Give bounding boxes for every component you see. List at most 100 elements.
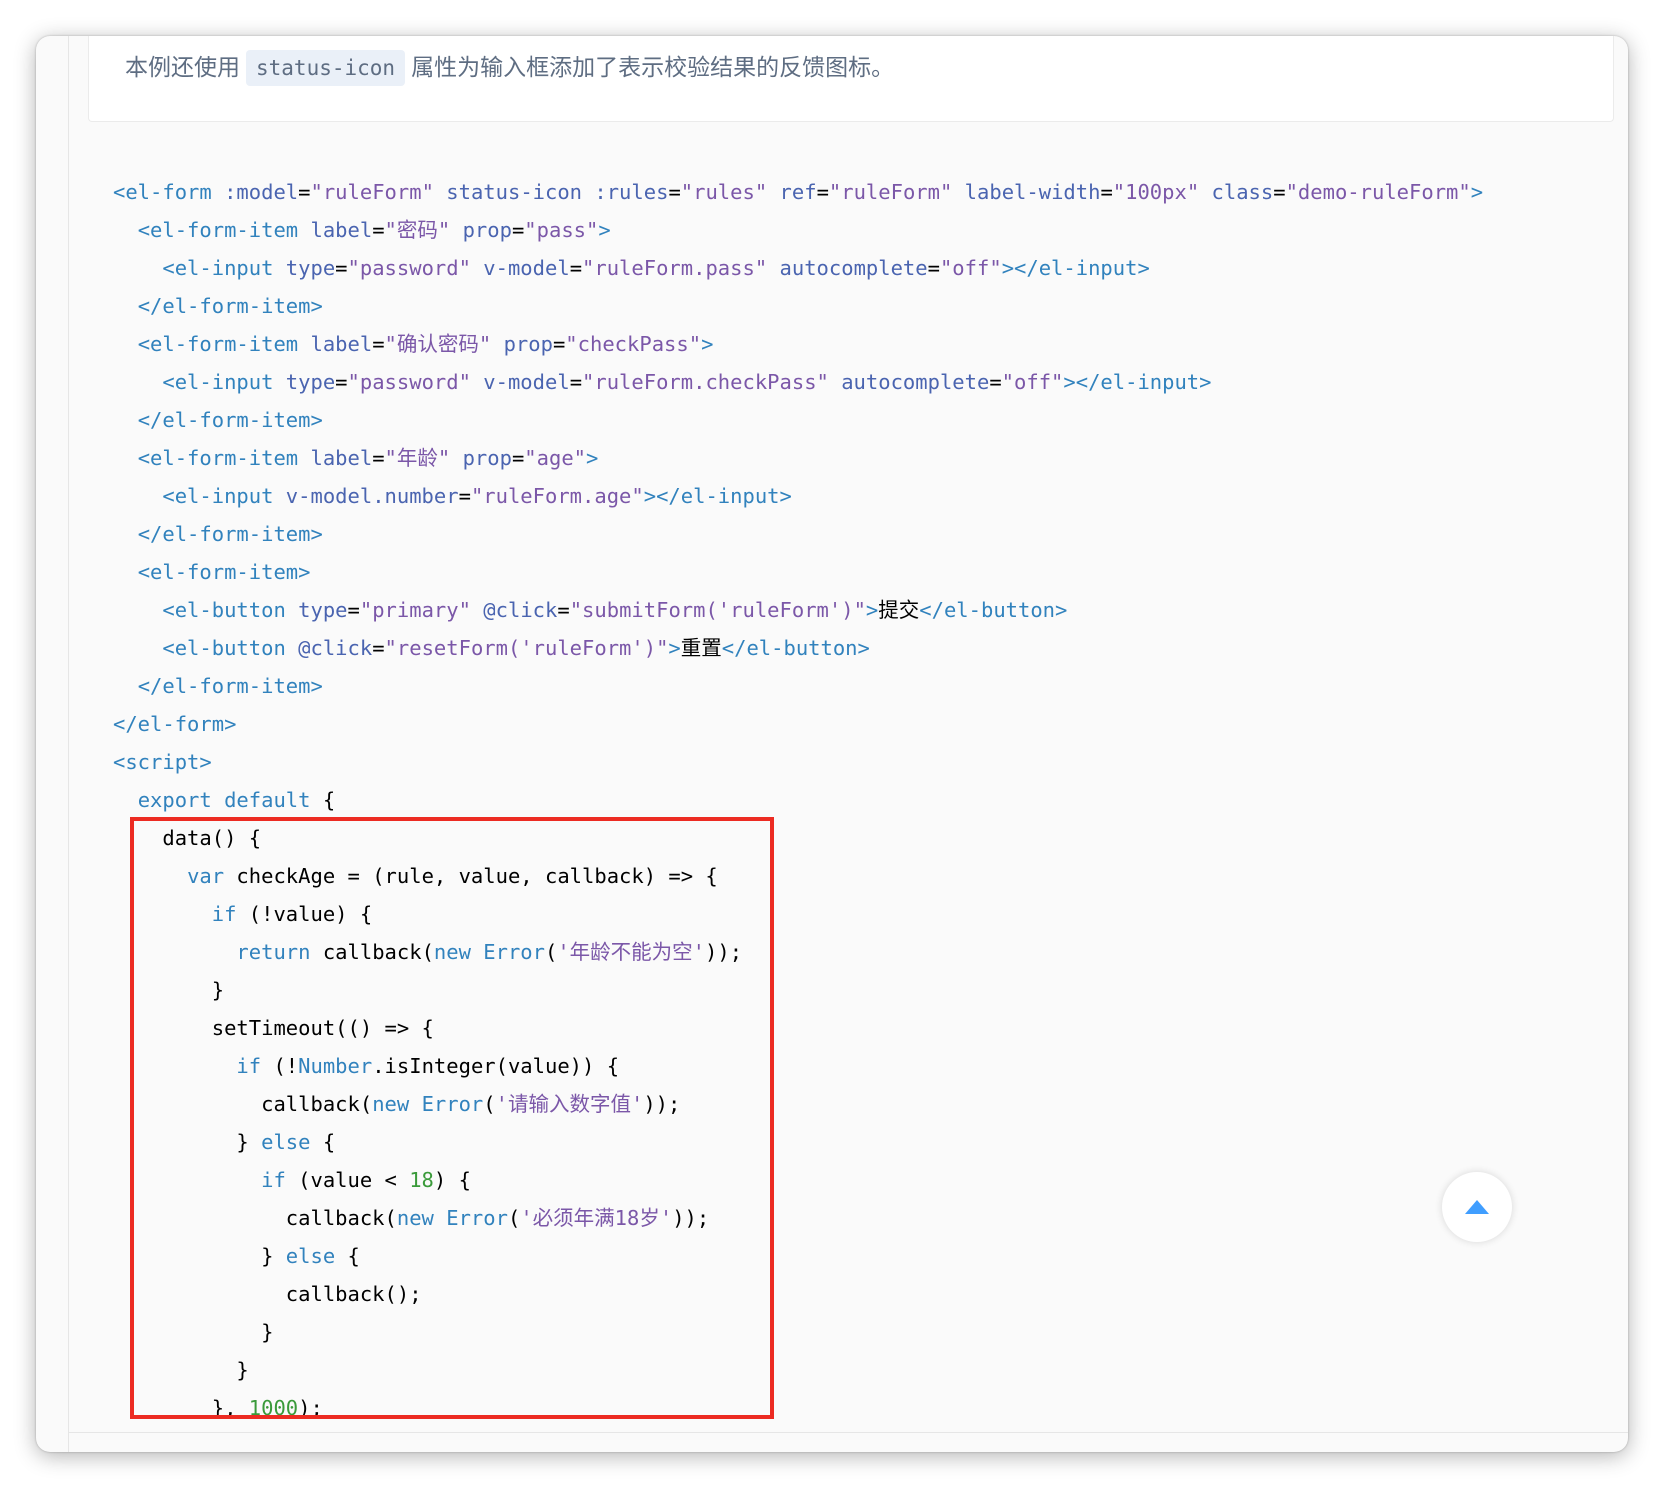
code-token: v-model bbox=[483, 370, 570, 394]
code-token: default bbox=[224, 788, 311, 812]
code-token: <el-button bbox=[162, 598, 299, 622]
code-token: autocomplete bbox=[841, 370, 990, 394]
code-token: class bbox=[1211, 180, 1274, 204]
code-line: export default { bbox=[113, 781, 1483, 819]
code-line: <el-input v-model.number="ruleForm.age">… bbox=[113, 477, 1483, 515]
code-token: </el-form> bbox=[113, 712, 237, 736]
code-token: = bbox=[511, 446, 525, 470]
code-token: "密码" bbox=[384, 218, 451, 242]
back-to-top-button[interactable] bbox=[1442, 1172, 1512, 1242]
code-line: </el-form-item> bbox=[113, 401, 1483, 439]
code-token: = bbox=[552, 332, 566, 356]
code-token: ></el-input> bbox=[1001, 256, 1150, 280]
code-token: = bbox=[347, 598, 360, 622]
code-token: = bbox=[569, 256, 583, 280]
code-token: > bbox=[701, 332, 714, 356]
code-token: <script> bbox=[113, 750, 212, 774]
code-token: = bbox=[989, 370, 1002, 394]
code-token: </el-form-item> bbox=[137, 674, 323, 698]
code-token: "100px" bbox=[1112, 180, 1200, 204]
code-token: > bbox=[598, 218, 611, 242]
code-token: :model bbox=[224, 180, 299, 204]
code-token: prop bbox=[462, 446, 512, 470]
code-token: = bbox=[458, 484, 471, 508]
code-token: @click bbox=[298, 636, 373, 660]
code-token: export bbox=[137, 788, 212, 812]
code-token: = bbox=[1273, 180, 1286, 204]
code-token: <el-button bbox=[162, 636, 299, 660]
bottom-divider bbox=[68, 1432, 1628, 1433]
code-token: <el-form-item> bbox=[137, 560, 311, 584]
code-token: "ruleForm.pass" bbox=[582, 256, 768, 280]
code-token: type bbox=[298, 598, 348, 622]
description-before: 本例还使用 bbox=[125, 55, 240, 81]
code-token: "off" bbox=[1001, 370, 1064, 394]
code-token: > bbox=[586, 446, 599, 470]
code-token: autocomplete bbox=[779, 256, 928, 280]
code-token: "primary" bbox=[359, 598, 471, 622]
code-token: = bbox=[569, 370, 583, 394]
code-token: label bbox=[310, 332, 373, 356]
code-token: "password" bbox=[347, 370, 471, 394]
code-line: </el-form-item> bbox=[113, 667, 1483, 705]
code-token: = bbox=[335, 370, 348, 394]
code-token: "checkPass" bbox=[565, 332, 702, 356]
code-line: <el-form :model="ruleForm" status-icon :… bbox=[113, 173, 1483, 211]
code-token: "resetForm('ruleForm')" bbox=[384, 636, 669, 660]
code-token: = bbox=[372, 446, 385, 470]
code-token: > bbox=[865, 598, 879, 622]
code-token: label bbox=[310, 218, 373, 242]
code-token: "age" bbox=[524, 446, 587, 470]
code-token: ref bbox=[779, 180, 817, 204]
code-token: > bbox=[1470, 180, 1484, 204]
code-demo-panel: 本例还使用 status-icon 属性为输入框添加了表示校验结果的反馈图标。 <e… bbox=[36, 36, 1628, 1452]
code-token: = bbox=[668, 180, 681, 204]
code-token: = bbox=[511, 218, 525, 242]
code-line: <el-form-item label="确认密码" prop="checkPa… bbox=[113, 325, 1483, 363]
code-token: <el-form-item bbox=[137, 218, 311, 242]
code-token: type bbox=[285, 370, 336, 394]
code-token: { bbox=[310, 788, 336, 812]
code-token: ></el-input> bbox=[1063, 370, 1212, 394]
left-divider bbox=[68, 36, 69, 1452]
code-token: <el-form-item bbox=[137, 332, 311, 356]
code-token: "ruleForm.checkPass" bbox=[582, 370, 829, 394]
description-after: 属性为输入框添加了表示校验结果的反馈图标。 bbox=[411, 55, 895, 81]
code-line: <el-input type="password" v-model="ruleF… bbox=[113, 363, 1483, 401]
code-token: = bbox=[298, 180, 311, 204]
code-token: </el-button> bbox=[919, 598, 1068, 622]
code-token: <el-form bbox=[113, 180, 225, 204]
code-token: :rules bbox=[594, 180, 669, 204]
code-token: <el-input bbox=[162, 256, 286, 280]
code-line: </el-form-item> bbox=[113, 287, 1483, 325]
inline-code-status-icon: status-icon bbox=[246, 50, 406, 86]
code-token: status-icon bbox=[446, 180, 583, 204]
code-line: <script> bbox=[113, 743, 1483, 781]
code-token: type bbox=[285, 256, 336, 280]
code-token: @click bbox=[483, 598, 558, 622]
code-token: "submitForm('ruleForm')" bbox=[569, 598, 866, 622]
code-token: prop bbox=[462, 218, 512, 242]
code-token: "pass" bbox=[524, 218, 599, 242]
code-token: </el-form-item> bbox=[137, 294, 323, 318]
code-token: </el-button> bbox=[721, 636, 870, 660]
code-token: 提交 bbox=[878, 598, 920, 622]
code-token: </el-form-item> bbox=[137, 408, 323, 432]
